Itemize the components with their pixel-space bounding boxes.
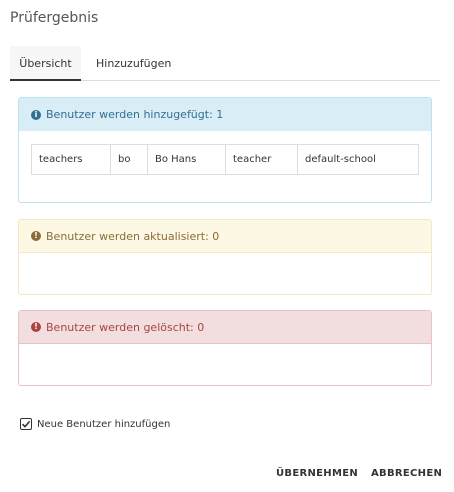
info-icon: i xyxy=(31,109,41,120)
add-new-users-option[interactable]: Neue Benutzer hinzufügen xyxy=(20,418,170,430)
add-new-users-label: Neue Benutzer hinzufügen xyxy=(37,418,171,430)
add-new-users-checkbox[interactable] xyxy=(20,418,32,430)
cancel-button[interactable]: ABBRECHEN xyxy=(371,468,442,479)
table-cell-school: default-school xyxy=(297,144,419,175)
tab-bar: Übersicht Hinzuzufügen xyxy=(10,46,440,81)
users-added-header: i Benutzer werden hinzugefügt: 1 xyxy=(19,98,431,131)
users-deleted-header: ! Benutzer werden gelöscht: 0 xyxy=(19,311,431,344)
users-updated-title: Benutzer werden aktualisiert: 0 xyxy=(46,229,220,243)
users-updated-panel: ! Benutzer werden aktualisiert: 0 xyxy=(18,219,432,295)
users-added-title: Benutzer werden hinzugefügt: 1 xyxy=(46,108,224,121)
table-cell-role: teacher xyxy=(225,144,298,175)
users-deleted-title: Benutzer werden gelöscht: 0 xyxy=(46,320,205,334)
info-icon: ! xyxy=(31,231,41,241)
checkmark-icon xyxy=(21,420,31,428)
users-deleted-panel: ! Benutzer werden gelöscht: 0 xyxy=(18,310,432,386)
alert-icon: ! xyxy=(31,322,41,332)
dialog-title: Prüfergebnis xyxy=(10,10,99,26)
users-added-table: teachers bo Bo Hans teacher default-scho… xyxy=(31,144,419,175)
users-updated-header: ! Benutzer werden aktualisiert: 0 xyxy=(19,220,431,253)
table-row: teachers bo Bo Hans teacher default-scho… xyxy=(31,144,419,175)
tab-to-add[interactable]: Hinzuzufügen xyxy=(83,46,184,81)
table-cell-name: Bo Hans xyxy=(147,144,226,175)
tab-overview[interactable]: Übersicht xyxy=(10,46,81,81)
table-cell-group: teachers xyxy=(31,144,111,175)
table-cell-login: bo xyxy=(110,144,148,175)
users-added-panel: i Benutzer werden hinzugefügt: 1 teacher… xyxy=(18,97,432,203)
apply-button[interactable]: ÜBERNEHMEN xyxy=(276,468,358,479)
